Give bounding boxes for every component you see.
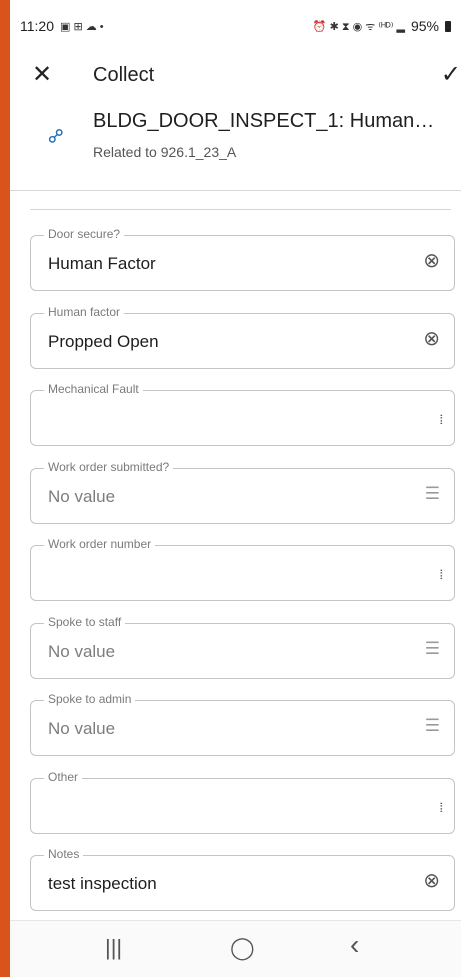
status-right: ⏰ ✱ ⧗ ◉ ᯤ ⁽ᴴᴰ⁾ ▂ 95% [313, 18, 451, 34]
status-bar: 11:20 ▣ ⊞ ☁ • ⏰ ✱ ⧗ ◉ ᯤ ⁽ᴴᴰ⁾ ▂ 95% [10, 0, 461, 52]
recents-icon[interactable]: ||| [105, 935, 122, 961]
field-label: Work order number [44, 537, 156, 551]
record-subtitle: Related to 926.1_23_A [93, 144, 237, 160]
field-label: Door secure? [44, 227, 125, 241]
battery-level: 95% [410, 18, 439, 34]
back-icon[interactable]: ‹ [350, 929, 359, 961]
form-field[interactable]: Other⦙⦙⦙ [30, 769, 455, 834]
form-field[interactable]: Mechanical Fault⦙⦙⦙ [30, 382, 455, 446]
field-value[interactable]: test inspection [48, 874, 157, 894]
form-field[interactable]: Spoke to staff No value ☰ [30, 614, 455, 679]
close-icon[interactable]: ✕ [32, 60, 52, 89]
field-label: Human factor [44, 304, 125, 319]
form-area: Door secure? Human Factor ⊗ Human factor Pro… [10, 191, 461, 977]
field-value[interactable]: No value [48, 642, 115, 662]
clear-icon[interactable]: ⊗ [423, 870, 440, 892]
home-icon[interactable]: ◯ [230, 935, 255, 961]
record-header: ⚯ BLDG_DOOR_INSPECT_1: Human… Related to… [10, 98, 461, 191]
clear-icon[interactable]: ⊗ [423, 328, 440, 350]
field-label: Work order submitted? [44, 459, 174, 474]
notification-icons: ▣ ⊞ ☁ • [60, 20, 104, 33]
list-icon[interactable]: ☰ [425, 638, 440, 660]
status-left: 11:20 ▣ ⊞ ☁ • [20, 18, 104, 34]
list-icon[interactable]: ☰ [425, 715, 440, 737]
form-field[interactable]: Spoke to admin No value ☰ [30, 692, 455, 756]
divider [30, 209, 451, 210]
record-title: BLDG_DOOR_INSPECT_1: Human… [93, 110, 435, 132]
field-value[interactable]: No value [48, 487, 115, 507]
field-label: Mechanical Fault [44, 382, 143, 396]
field-label: Notes [44, 847, 84, 861]
phone-screen: 11:20 ▣ ⊞ ☁ • ⏰ ✱ ⧗ ◉ ᯤ ⁽ᴴᴰ⁾ ▂ 95% ✕ Col… [10, 0, 461, 977]
form-field[interactable]: Work order submitted? No value ☰ [30, 459, 455, 524]
app-bar: ✕ Collect ✓ [10, 52, 461, 98]
form-field[interactable]: Notes test inspection ⊗ [30, 847, 455, 911]
clear-icon[interactable]: ⊗ [423, 250, 440, 272]
system-nav-bar: ||| ◯ ‹ [10, 920, 461, 977]
field-value[interactable]: Human Factor [48, 254, 156, 274]
field-value[interactable]: No value [48, 719, 115, 739]
form-field[interactable]: Door secure? Human Factor ⊗ [30, 227, 455, 291]
field-label: Spoke to staff [44, 614, 126, 629]
form-field[interactable]: Human factor Propped Open ⊗ [30, 304, 455, 369]
field-label: Spoke to admin [44, 692, 136, 706]
field-value[interactable]: Propped Open [48, 332, 159, 352]
list-icon[interactable]: ☰ [425, 483, 440, 505]
status-time: 11:20 [20, 18, 54, 34]
system-status-icons: ⏰ ✱ ⧗ ◉ ᯤ ⁽ᴴᴰ⁾ ▂ [312, 20, 405, 33]
link-icon: ⚯ [43, 123, 71, 151]
field-label: Other [44, 769, 83, 784]
form-field[interactable]: Work order number⦙⦙⦙ [30, 537, 455, 601]
submit-check-icon[interactable]: ✓ [441, 60, 461, 89]
page-title: Collect [93, 64, 155, 86]
battery-icon [445, 20, 451, 32]
